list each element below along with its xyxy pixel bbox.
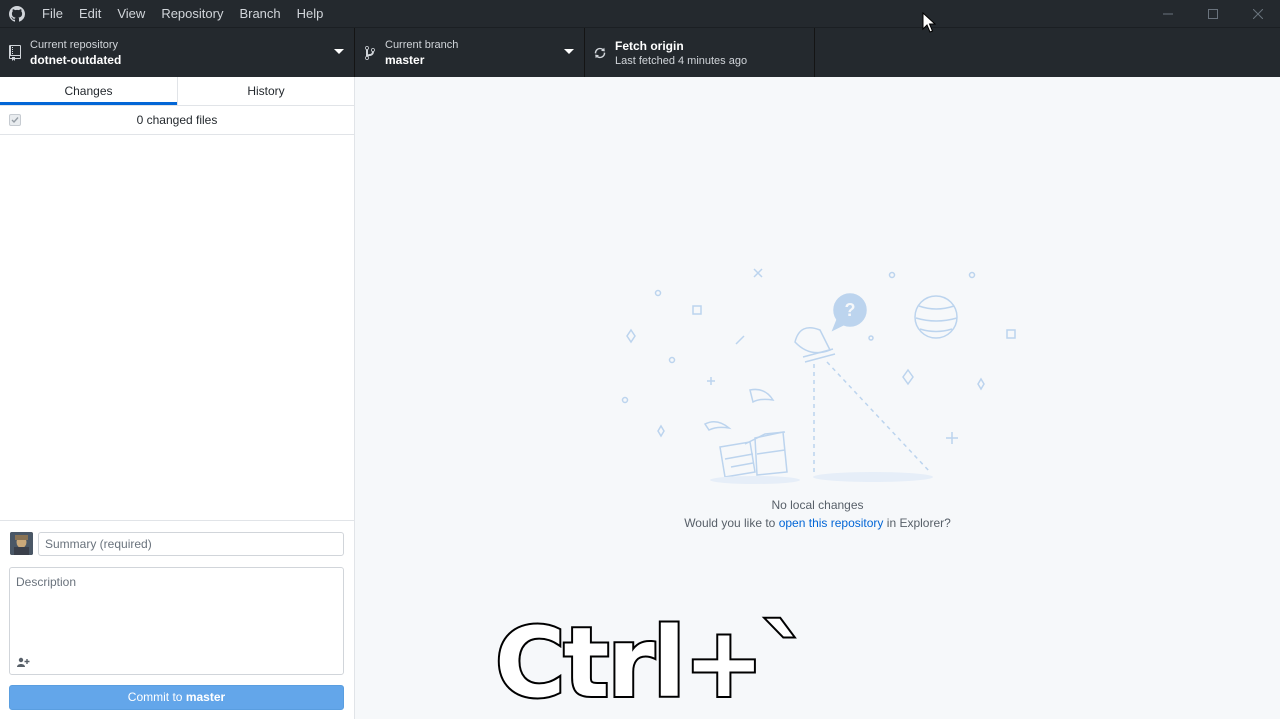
tab-changes[interactable]: Changes — [0, 77, 177, 105]
commit-button[interactable]: Commit to master — [9, 685, 344, 710]
prompt-after-text: in Explorer? — [886, 516, 951, 530]
minimize-icon — [1162, 13, 1173, 14]
maximize-icon — [1207, 8, 1218, 19]
space-illustration-icon: ? — [621, 268, 1016, 484]
fetch-origin-button[interactable]: Fetch origin Last fetched 4 minutes ago — [585, 28, 815, 77]
toolbar: Current repository dotnet-outdated Curre… — [0, 27, 1280, 77]
no-local-changes-title: No local changes — [771, 498, 864, 512]
svg-text:?: ? — [845, 300, 856, 320]
title-bar: File Edit View Repository Branch Help — [0, 0, 1280, 27]
sidebar: Changes History 0 changed files Commit t… — [0, 77, 355, 719]
open-repository-prompt: Would you like to open this repository i… — [355, 516, 1280, 530]
sync-icon — [585, 46, 615, 60]
current-branch-button[interactable]: Current branch master — [355, 28, 585, 77]
current-branch-value: master — [385, 52, 425, 67]
minimize-button[interactable] — [1145, 0, 1190, 27]
prompt-before-text: Would you like to — [684, 516, 776, 530]
check-icon — [11, 117, 19, 124]
chevron-down-icon — [334, 49, 344, 54]
fetch-origin-label: Fetch origin — [615, 38, 684, 53]
menu-branch[interactable]: Branch — [231, 0, 288, 27]
maximize-button[interactable] — [1190, 0, 1235, 27]
changes-header: 0 changed files — [0, 106, 354, 135]
current-branch-label: Current branch — [385, 38, 459, 51]
window-controls — [1145, 0, 1280, 27]
repo-icon — [0, 44, 30, 61]
open-repository-link[interactable]: open this repository — [779, 516, 884, 530]
description-input[interactable] — [10, 568, 343, 652]
github-logo-icon — [0, 0, 34, 27]
summary-input[interactable] — [38, 532, 344, 556]
commit-panel: Commit to master — [0, 520, 354, 719]
changed-files-count: 0 changed files — [136, 113, 218, 127]
current-repository-value: dotnet-outdated — [30, 52, 122, 67]
last-fetched-text: Last fetched 4 minutes ago — [615, 54, 748, 67]
sidebar-tabs: Changes History — [0, 77, 354, 106]
select-all-checkbox[interactable] — [9, 114, 21, 126]
tab-history[interactable]: History — [177, 77, 354, 105]
close-icon — [1252, 8, 1263, 19]
add-coauthor-icon[interactable] — [15, 655, 31, 669]
commit-button-branch: master — [185, 690, 226, 704]
branch-icon — [355, 45, 385, 61]
close-button[interactable] — [1235, 0, 1280, 27]
menu-help[interactable]: Help — [289, 0, 332, 27]
commit-button-prefix: Commit to — [127, 690, 183, 704]
avatar — [10, 532, 33, 555]
keystroke-overlay: Ctrl+` — [493, 606, 812, 719]
menu-repository[interactable]: Repository — [153, 0, 231, 27]
chevron-down-icon — [564, 49, 574, 54]
mouse-cursor-icon — [922, 12, 936, 33]
description-box — [9, 567, 344, 675]
menu-file[interactable]: File — [34, 0, 71, 27]
menu-edit[interactable]: Edit — [71, 0, 109, 27]
menu-view[interactable]: View — [109, 0, 153, 27]
current-repository-label: Current repository — [30, 38, 119, 51]
main-content: ? No local changes Would you like to ope… — [355, 77, 1280, 719]
current-repository-button[interactable]: Current repository dotnet-outdated — [0, 28, 355, 77]
